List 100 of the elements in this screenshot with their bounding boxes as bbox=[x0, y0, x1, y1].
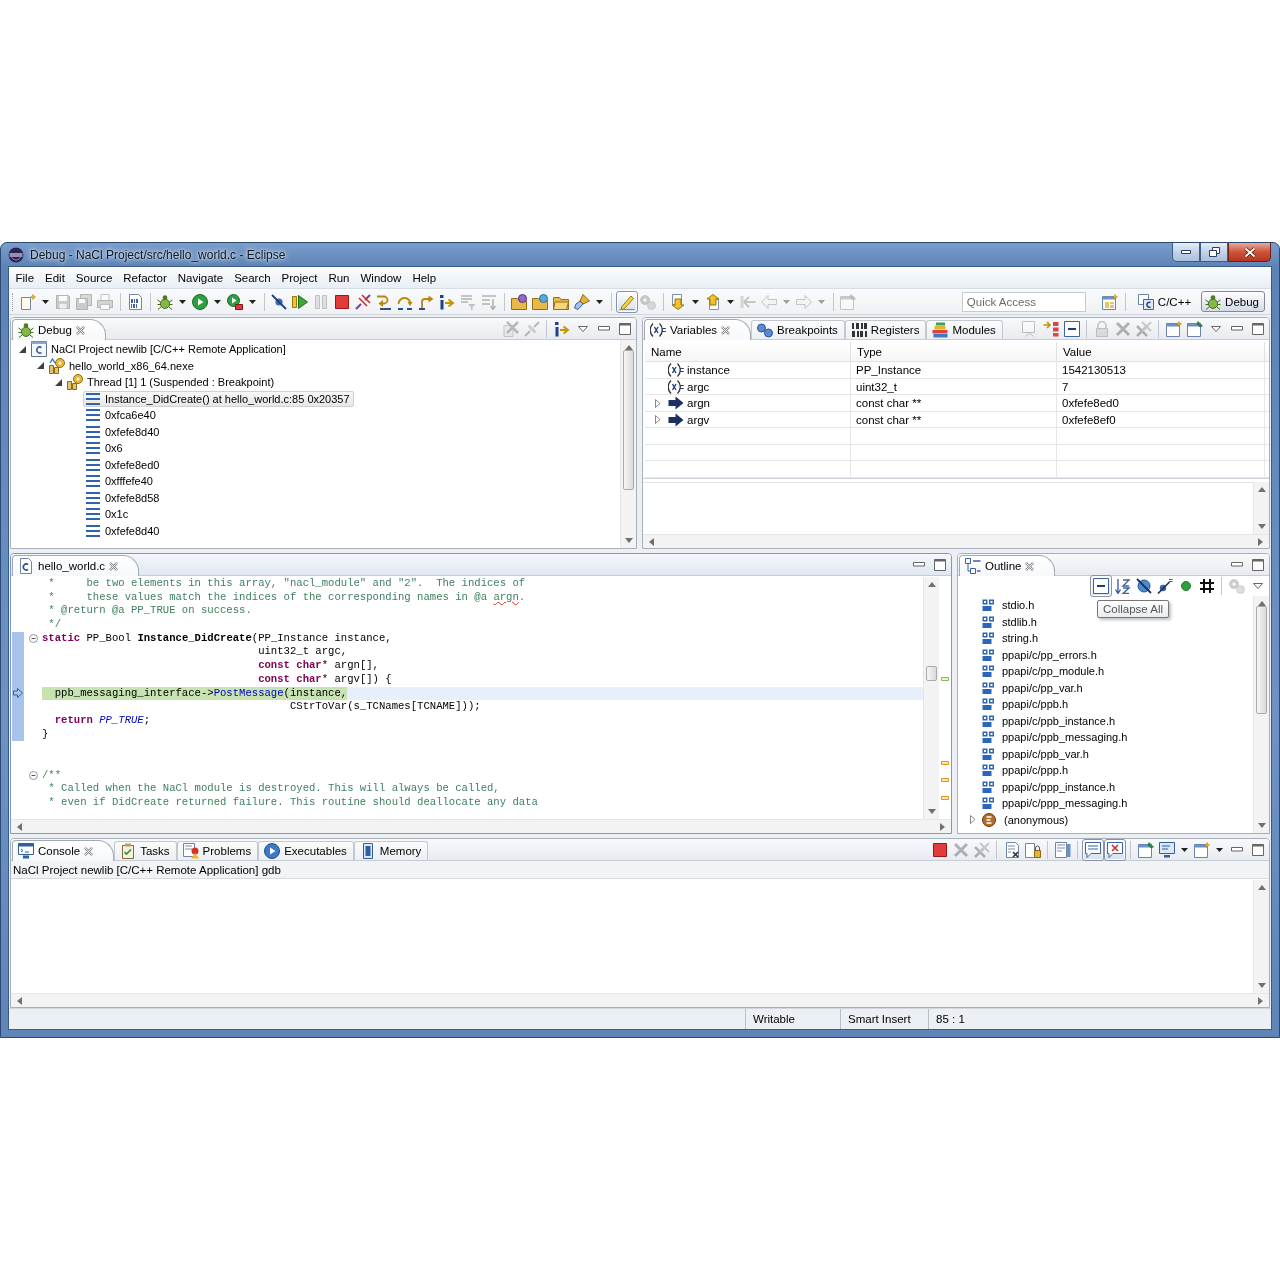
caret-icon[interactable] bbox=[42, 299, 49, 304]
view-tab[interactable]: Breakpoints bbox=[751, 320, 845, 339]
tree-item[interactable]: 0xfefe8d40 bbox=[83, 522, 164, 539]
view-menu-icon[interactable] bbox=[577, 325, 588, 332]
tree-item[interactable]: 0xfffefe40 bbox=[83, 473, 157, 490]
menu-item[interactable]: Search bbox=[228, 271, 277, 284]
caret-icon[interactable] bbox=[249, 299, 256, 304]
view-tab[interactable]: Registers bbox=[844, 320, 927, 339]
perspective-button[interactable]: C/C++ bbox=[1133, 291, 1198, 312]
column-header[interactable]: Name bbox=[645, 342, 851, 361]
close-icon[interactable] bbox=[721, 325, 731, 335]
outline-item[interactable]: ppapi/c/pp_module.h bbox=[980, 663, 1109, 680]
view-tab[interactable]: Variables bbox=[644, 319, 752, 340]
brush-icon[interactable] bbox=[574, 293, 590, 310]
tree-item[interactable]: 0xfefe8d58 bbox=[83, 489, 164, 506]
table-row[interactable]: instance PP_Instance 1542130513 bbox=[645, 362, 1269, 379]
expanded-triangle-icon[interactable] bbox=[36, 362, 44, 370]
maximize-icon[interactable] bbox=[1251, 843, 1264, 856]
expanded-triangle-icon[interactable] bbox=[18, 345, 26, 353]
scroll-up-icon[interactable] bbox=[1257, 487, 1266, 492]
view-tab[interactable]: Problems bbox=[176, 841, 259, 860]
new-file-icon[interactable] bbox=[20, 293, 36, 310]
minimize-button[interactable] bbox=[1172, 243, 1200, 262]
vertical-scrollbar[interactable] bbox=[1253, 482, 1269, 534]
down-arrow-page-icon[interactable] bbox=[670, 293, 686, 310]
vertical-scrollbar[interactable] bbox=[620, 340, 636, 548]
outline-item[interactable]: ppapi/c/ppp_messaging.h bbox=[980, 795, 1132, 812]
menu-item[interactable]: File bbox=[10, 271, 40, 284]
view-tab[interactable]: Outline bbox=[959, 555, 1056, 576]
view-tab[interactable]: Console bbox=[12, 840, 115, 861]
scroll-right-icon[interactable] bbox=[940, 822, 945, 831]
column-header[interactable]: Type bbox=[851, 342, 1057, 361]
maximize-icon[interactable] bbox=[618, 322, 631, 335]
minimize-icon[interactable] bbox=[1230, 847, 1243, 852]
close-icon[interactable] bbox=[84, 846, 94, 856]
stop-icon[interactable] bbox=[334, 293, 350, 310]
slashed-dot-icon[interactable] bbox=[1156, 578, 1173, 594]
caret-icon[interactable] bbox=[692, 299, 699, 304]
vertical-scrollbar[interactable] bbox=[1253, 596, 1269, 833]
up-arrow-page-icon[interactable] bbox=[705, 293, 721, 310]
scroll-thumb[interactable] bbox=[926, 666, 937, 681]
folder-icon[interactable] bbox=[532, 293, 548, 310]
caret-icon[interactable] bbox=[596, 299, 603, 304]
scroll-right-icon[interactable] bbox=[1258, 996, 1263, 1005]
bug-icon[interactable] bbox=[157, 293, 173, 310]
expanded-triangle-icon[interactable] bbox=[54, 378, 62, 386]
tree-item[interactable]: hello_world_x86_64.nexe bbox=[47, 357, 198, 374]
horizontal-scrollbar[interactable] bbox=[11, 993, 1269, 1007]
play-toolbox-icon[interactable] bbox=[227, 293, 243, 310]
view-tab[interactable]: hello_world.c bbox=[12, 555, 140, 576]
menu-item[interactable]: Window bbox=[355, 271, 407, 284]
tree-item[interactable]: 0xfca6e40 bbox=[83, 407, 160, 424]
scroll-thumb[interactable] bbox=[1256, 606, 1267, 714]
folder-icon[interactable] bbox=[511, 293, 527, 310]
scroll-right-icon[interactable] bbox=[1258, 537, 1263, 546]
scroll-down-icon[interactable] bbox=[927, 809, 936, 814]
page-panel-icon[interactable] bbox=[1054, 841, 1071, 858]
caret-icon[interactable] bbox=[179, 299, 186, 304]
caret-icon[interactable] bbox=[727, 299, 734, 304]
caret-icon[interactable] bbox=[1215, 847, 1223, 852]
tree-item[interactable]: Instance_DidCreate() at hello_world.c:85 0x20357 bbox=[83, 390, 354, 407]
tree-item[interactable]: 0x6 bbox=[83, 440, 127, 457]
slashed-circle-icon[interactable] bbox=[1135, 578, 1152, 594]
instruction-step-icon[interactable] bbox=[553, 320, 570, 337]
tree-item[interactable]: NaCl Project newlib [C/C++ Remote Application] bbox=[29, 341, 290, 358]
scroll-left-icon[interactable] bbox=[649, 537, 654, 546]
maximize-icon[interactable] bbox=[1251, 558, 1264, 571]
new-window-icon[interactable] bbox=[1193, 841, 1210, 858]
page-lock-icon[interactable] bbox=[1024, 841, 1041, 858]
collapsed-triangle-icon[interactable] bbox=[655, 398, 661, 408]
outline-item[interactable]: ppapi/c/ppp.h bbox=[980, 762, 1073, 779]
step-return-icon[interactable] bbox=[418, 293, 434, 310]
outline-item[interactable]: ppapi/c/ppb_messaging.h bbox=[980, 729, 1132, 746]
view-tab[interactable]: Modules bbox=[926, 320, 1003, 339]
scroll-thumb[interactable] bbox=[623, 350, 634, 490]
sort-icon[interactable] bbox=[1114, 578, 1131, 594]
scroll-left-icon[interactable] bbox=[17, 822, 22, 831]
stop-icon[interactable] bbox=[931, 841, 948, 858]
minimize-icon[interactable] bbox=[912, 562, 925, 567]
slashed-breakpoint-icon[interactable] bbox=[271, 293, 287, 310]
binary-file-icon[interactable] bbox=[127, 293, 143, 310]
restore-button[interactable] bbox=[1200, 243, 1228, 262]
tree-item[interactable]: 0x1c bbox=[83, 506, 133, 523]
new-window-icon[interactable] bbox=[1165, 320, 1182, 337]
outline-item[interactable]: stdlib.h bbox=[980, 613, 1041, 630]
caret-icon[interactable] bbox=[1180, 847, 1188, 852]
minimize-icon[interactable] bbox=[1230, 326, 1243, 331]
close-icon[interactable] bbox=[109, 561, 119, 571]
outline-item[interactable]: ppapi/c/ppb_var.h bbox=[980, 745, 1093, 762]
menu-item[interactable]: Refactor bbox=[117, 271, 173, 284]
outline-item[interactable]: stdio.h bbox=[980, 597, 1039, 614]
scroll-down-icon[interactable] bbox=[1257, 524, 1266, 529]
menu-item[interactable]: Help bbox=[406, 271, 442, 284]
collapse-all-icon[interactable] bbox=[1063, 320, 1080, 337]
outline-item[interactable]: ppapi/c/ppb_instance.h bbox=[980, 712, 1120, 729]
perspective-button[interactable]: Debug bbox=[1201, 291, 1265, 312]
maximize-icon[interactable] bbox=[1251, 322, 1264, 335]
scroll-up-icon[interactable] bbox=[1257, 885, 1266, 890]
view-tab[interactable]: Executables bbox=[258, 841, 354, 860]
vertical-scrollbar[interactable] bbox=[1253, 880, 1269, 993]
